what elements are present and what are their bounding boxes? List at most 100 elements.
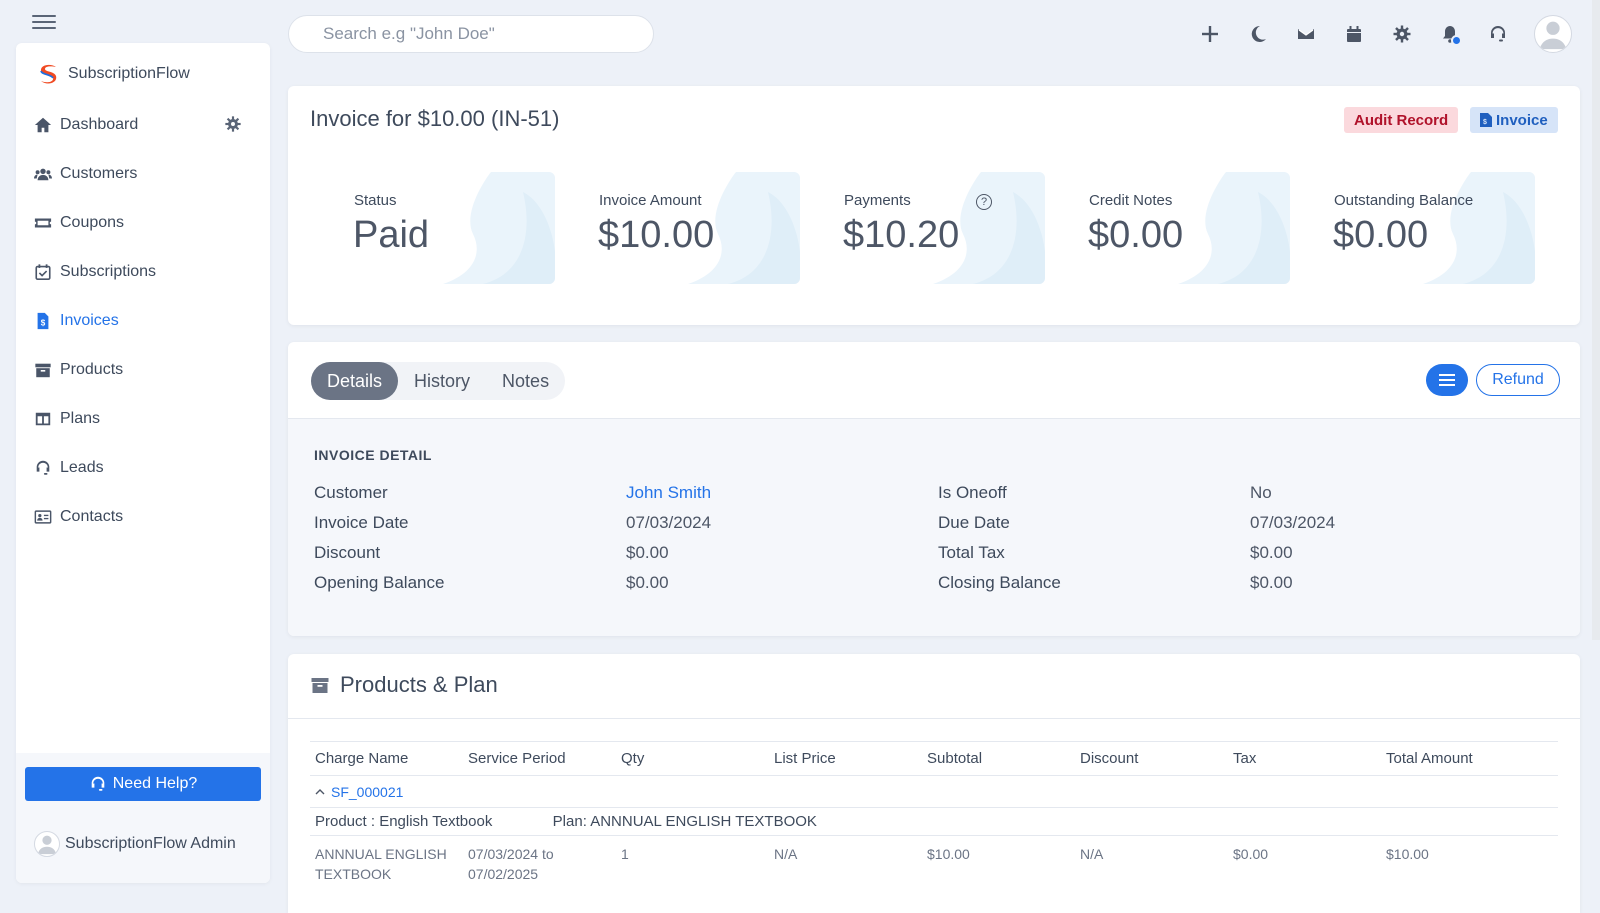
column-header: Qty: [616, 741, 769, 776]
column-header: List Price: [769, 741, 922, 776]
hamburger-menu-icon[interactable]: [32, 12, 56, 32]
notification-dot: [1451, 35, 1462, 46]
need-help-label: Need Help?: [112, 775, 198, 792]
sidebar-item-contacts[interactable]: Contacts: [16, 492, 270, 541]
sidebar-item-label: Coupons: [60, 213, 125, 231]
invoice-badge[interactable]: $ Invoice: [1470, 107, 1558, 133]
avatar: [34, 831, 60, 857]
product-label: Product : English Textbook: [315, 813, 493, 830]
column-header: Total Amount: [1381, 741, 1558, 776]
stat-payments: Payments ? $10.20: [800, 172, 1045, 284]
tab-notes[interactable]: Notes: [486, 362, 565, 400]
ticket-icon: [34, 218, 52, 227]
search-input[interactable]: [288, 15, 654, 53]
tab-details[interactable]: Details: [311, 362, 399, 400]
detail-label: Discount: [314, 543, 381, 562]
sidebar-item-invoices[interactable]: $ Invoices: [16, 296, 270, 345]
sidebar-item-label: Products: [60, 360, 124, 378]
invoice-badge-label: Invoice: [1496, 111, 1548, 129]
subscription-id-link: SF_000021: [331, 784, 404, 800]
subtotal-cell: $10.00: [927, 846, 970, 862]
stat-credit-notes: Credit Notes $0.00: [1045, 172, 1290, 284]
plus-icon[interactable]: [1186, 14, 1234, 54]
products-table: Charge Name Service Period Qty List Pric…: [310, 741, 1558, 884]
headset-icon[interactable]: [1474, 14, 1522, 54]
products-title: Products & Plan: [340, 672, 498, 697]
column-header: Tax: [1228, 741, 1381, 776]
invoice-details-card: Details History Notes Refund INVOICE DET…: [288, 342, 1580, 636]
home-icon: [34, 117, 52, 132]
tab-history[interactable]: History: [398, 362, 486, 400]
stat-status: Status Paid: [310, 172, 555, 284]
sidebar-item-label: Customers: [60, 164, 138, 182]
stat-label: Outstanding Balance: [1334, 192, 1474, 209]
sidebar-nav: Dashboard Customers Coupons Subscription…: [16, 100, 270, 541]
total-amount-cell: $10.00: [1386, 846, 1429, 862]
bell-icon[interactable]: [1426, 14, 1474, 54]
detail-label: Invoice Date: [314, 513, 409, 532]
archive-icon: [311, 678, 329, 693]
charge-name-cell: ANNNUAL ENGLISH TEXTBOOK: [310, 836, 463, 885]
table-header-row: Charge Name Service Period Qty List Pric…: [310, 741, 1558, 776]
detail-label: Customer: [314, 483, 388, 502]
need-help-button[interactable]: Need Help?: [25, 767, 261, 801]
admin-name: SubscriptionFlow Admin: [65, 835, 236, 852]
stat-outstanding-balance: Outstanding Balance $0.00: [1290, 172, 1535, 284]
calendar-check-icon: [35, 263, 51, 280]
sidebar-item-label: Plans: [60, 409, 101, 427]
refund-button[interactable]: Refund: [1476, 364, 1560, 396]
sidebar-item-products[interactable]: Products: [16, 345, 270, 394]
sidebar-item-leads[interactable]: Leads: [16, 443, 270, 492]
detail-value: No: [1250, 483, 1272, 502]
table-row: ANNNUAL ENGLISH TEXTBOOK 07/03/2024 to 07/…: [310, 836, 1558, 885]
sidebar-item-dashboard[interactable]: Dashboard: [16, 100, 270, 149]
gear-icon[interactable]: [1378, 14, 1426, 54]
admin-profile[interactable]: SubscriptionFlow Admin: [34, 831, 236, 857]
invoice-file-icon: $: [1480, 113, 1492, 127]
sidebar-item-label: Subscriptions: [60, 262, 157, 280]
sidebar-item-subscriptions[interactable]: Subscriptions: [16, 247, 270, 296]
stat-label: Credit Notes: [1089, 192, 1173, 209]
products-plan-card: Products & Plan Charge Name Service Peri…: [288, 654, 1580, 913]
moon-icon[interactable]: [1234, 14, 1282, 54]
subscriptionflow-logo-icon: [40, 64, 57, 84]
detail-value: $0.00: [1250, 573, 1293, 592]
svg-text:$: $: [1483, 119, 1487, 126]
page-title: Invoice for $10.00 (IN-51): [310, 106, 560, 131]
detail-value: $0.00: [626, 573, 669, 592]
list-price-cell: N/A: [774, 846, 798, 862]
decorative-wave-shape: [1423, 172, 1535, 284]
help-circle-icon[interactable]: ?: [976, 194, 992, 210]
sidebar-item-coupons[interactable]: Coupons: [16, 198, 270, 247]
tax-cell: $0.00: [1233, 846, 1269, 862]
stat-label: Status: [354, 192, 397, 209]
mail-icon[interactable]: [1282, 14, 1330, 54]
stat-value: $10.00: [598, 214, 715, 256]
subscription-group-toggle[interactable]: SF_000021: [315, 784, 403, 800]
section-title: INVOICE DETAIL: [314, 447, 432, 463]
user-avatar[interactable]: [1534, 15, 1572, 53]
actions-menu-button[interactable]: [1426, 364, 1468, 396]
decorative-wave-shape: [443, 172, 555, 284]
dashboard-settings-gear-icon[interactable]: [224, 115, 242, 133]
stat-value: Paid: [353, 214, 430, 256]
brand[interactable]: SubscriptionFlow: [36, 63, 190, 85]
sidebar-item-customers[interactable]: Customers: [16, 149, 270, 198]
svg-text:$: $: [41, 318, 46, 327]
sidebar-item-plans[interactable]: Plans: [16, 394, 270, 443]
divider: [288, 718, 1580, 719]
sidebar-footer: Need Help? SubscriptionFlow Admin: [16, 753, 270, 883]
table-row: Product : English Textbook Plan: ANNNUAL…: [310, 807, 1558, 836]
service-period-line: 07/02/2025: [468, 866, 539, 882]
audit-record-badge[interactable]: Audit Record: [1344, 107, 1459, 133]
discount-cell: N/A: [1080, 846, 1104, 862]
customer-link[interactable]: John Smith: [626, 483, 711, 503]
sidebar-item-label: Invoices: [60, 311, 119, 329]
calendar-icon[interactable]: [1330, 14, 1378, 54]
invoice-summary-card: Invoice for $10.00 (IN-51) Audit Record …: [288, 86, 1580, 325]
list-icon: [1439, 374, 1455, 386]
stat-value: $0.00: [1333, 214, 1429, 256]
detail-label: Closing Balance: [938, 573, 1061, 592]
page-scrollbar[interactable]: [1592, 0, 1600, 640]
invoice-icon: $: [37, 312, 49, 329]
